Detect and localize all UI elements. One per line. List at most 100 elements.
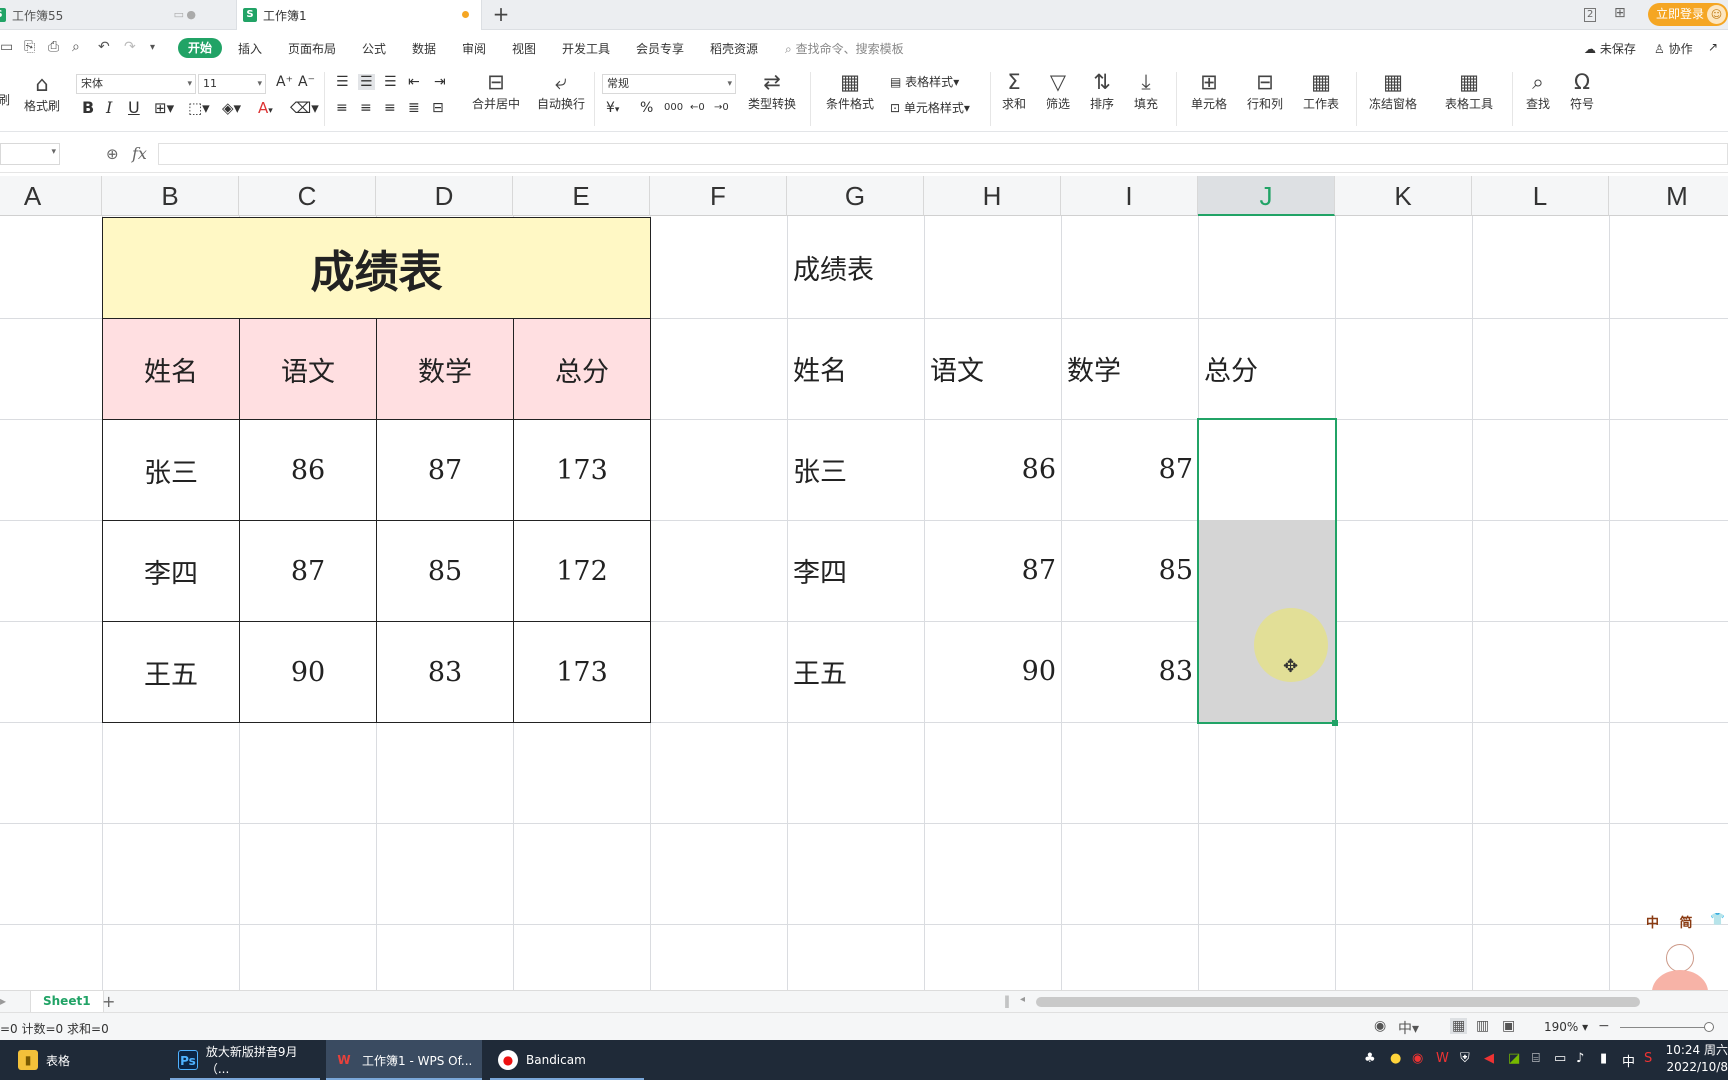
- column-header-f[interactable]: F: [650, 176, 787, 216]
- menu-member[interactable]: 会员专享: [636, 40, 684, 57]
- page-break-view-icon[interactable]: ▣: [1502, 1018, 1515, 1034]
- left-cell[interactable]: 173: [513, 621, 651, 723]
- right-cell[interactable]: 87: [924, 520, 1061, 621]
- column-header-l[interactable]: L: [1472, 176, 1609, 216]
- underline-icon[interactable]: U: [128, 100, 140, 116]
- thousands-icon[interactable]: 000: [664, 100, 683, 116]
- filter-button[interactable]: ▽ 筛选: [1040, 70, 1076, 112]
- left-table-title[interactable]: 成绩表: [102, 217, 651, 319]
- tray-status-icon[interactable]: ●: [1390, 1051, 1401, 1066]
- right-header-math[interactable]: 数学: [1061, 318, 1198, 419]
- sheet-tab-sheet1[interactable]: Sheet1: [30, 991, 104, 1012]
- redo-icon[interactable]: ↷: [124, 39, 136, 55]
- left-cell[interactable]: 172: [513, 520, 651, 622]
- taskbar-explorer[interactable]: ▮ 表格: [10, 1040, 160, 1080]
- menu-view[interactable]: 视图: [512, 40, 536, 57]
- menu-page-layout[interactable]: 页面布局: [288, 40, 336, 57]
- window-count-icon[interactable]: 2: [1584, 8, 1597, 22]
- taskbar-wps[interactable]: W 工作簿1 - WPS Of...: [326, 1040, 482, 1080]
- tray-volume-icon[interactable]: ♪: [1576, 1051, 1584, 1066]
- close-dot-icon[interactable]: ●: [186, 8, 196, 21]
- cell-button[interactable]: ⊞ 单元格: [1186, 70, 1232, 112]
- horizontal-scrollbar[interactable]: [1036, 997, 1640, 1007]
- save-icon[interactable]: ▭: [0, 39, 13, 55]
- fx-icon[interactable]: fx: [132, 144, 147, 163]
- login-button[interactable]: 立即登录 ☺: [1648, 3, 1728, 26]
- justify-icon[interactable]: ≣: [408, 100, 420, 116]
- column-header-e[interactable]: E: [513, 176, 650, 216]
- zoom-out-icon[interactable]: −: [1598, 1018, 1610, 1034]
- zoom-slider[interactable]: [1620, 1027, 1714, 1028]
- tray-app-icon[interactable]: ♣: [1364, 1051, 1376, 1066]
- tray-record-icon[interactable]: ◉: [1412, 1051, 1423, 1066]
- align-top-icon[interactable]: ☰: [336, 74, 349, 90]
- new-tab-button[interactable]: +: [490, 2, 512, 26]
- tab-workbook55[interactable]: S 工作簿55 ▭ ●: [0, 0, 226, 30]
- right-cell[interactable]: 83: [1061, 621, 1198, 722]
- tray-shield-icon[interactable]: ⛨: [1460, 1051, 1470, 1066]
- column-header-d[interactable]: D: [376, 176, 513, 216]
- command-search[interactable]: ⌕ 查找命令、搜索模板: [785, 40, 904, 57]
- column-header-m[interactable]: M: [1609, 176, 1728, 216]
- fill-handle[interactable]: [1332, 720, 1338, 726]
- sum-button[interactable]: Σ 求和: [996, 70, 1032, 112]
- align-right-icon[interactable]: ≡: [384, 100, 396, 116]
- grid-view-icon[interactable]: ⊞: [1614, 5, 1626, 21]
- cell-fill-icon[interactable]: ⬚▾: [188, 100, 210, 116]
- worksheet-button[interactable]: ▦ 工作表: [1298, 70, 1344, 112]
- add-sheet-button[interactable]: +: [102, 991, 115, 1012]
- right-cell[interactable]: 90: [924, 621, 1061, 722]
- align-middle-icon[interactable]: ☰: [358, 74, 375, 90]
- conditional-format-button[interactable]: ▦ 条件格式: [820, 70, 880, 112]
- left-cell[interactable]: 87: [239, 520, 377, 622]
- table-tools-button[interactable]: ▦ 表格工具: [1440, 70, 1498, 112]
- left-cell[interactable]: 86: [239, 419, 377, 521]
- cell-style-button[interactable]: ⊡ 单元格样式▾: [890, 100, 970, 116]
- menu-home[interactable]: 开始: [178, 38, 223, 58]
- right-cell[interactable]: 李四: [787, 520, 924, 621]
- decrease-decimal-icon[interactable]: →0: [714, 100, 729, 116]
- right-header-name[interactable]: 姓名: [787, 318, 924, 419]
- eye-protect-icon[interactable]: ◉: [1374, 1018, 1386, 1034]
- zoom-formula-icon[interactable]: ⊕: [106, 145, 119, 163]
- percent-icon[interactable]: %: [640, 100, 653, 116]
- menu-data[interactable]: 数据: [412, 40, 436, 57]
- menu-developer[interactable]: 开发工具: [562, 40, 610, 57]
- auto-wrap-button[interactable]: ⤶ 自动换行: [536, 70, 586, 112]
- type-convert-button[interactable]: ⇄ 类型转换: [742, 70, 802, 112]
- zoom-slider-knob[interactable]: [1704, 1022, 1714, 1032]
- right-cell[interactable]: 王五: [787, 621, 924, 722]
- tray-wps-icon[interactable]: W: [1436, 1051, 1449, 1066]
- align-left-icon[interactable]: ≡: [336, 100, 348, 116]
- sheet-nav-icon[interactable]: ▸: [0, 994, 6, 1008]
- collab-button[interactable]: ♙ 协作: [1654, 40, 1693, 57]
- column-header-i[interactable]: I: [1061, 176, 1198, 216]
- column-header-h[interactable]: H: [924, 176, 1061, 216]
- selection-range[interactable]: [1197, 418, 1337, 724]
- right-cell[interactable]: 张三: [787, 419, 924, 520]
- left-cell[interactable]: 83: [376, 621, 514, 723]
- left-cell[interactable]: 87: [376, 419, 514, 521]
- menu-formulas[interactable]: 公式: [362, 40, 386, 57]
- normal-view-icon[interactable]: ▦: [1450, 1018, 1468, 1034]
- format-painter-button[interactable]: ⌂ 格式刷: [24, 72, 60, 114]
- unsaved-status[interactable]: ☁ 未保存: [1584, 40, 1636, 57]
- right-header-chinese[interactable]: 语文: [924, 318, 1061, 419]
- right-table-title[interactable]: 成绩表: [787, 217, 924, 318]
- print-preview-icon[interactable]: ⌕: [72, 39, 80, 55]
- currency-icon[interactable]: ¥▾: [606, 100, 619, 118]
- formula-input[interactable]: [158, 143, 1728, 165]
- font-size-select[interactable]: 11 ▾: [198, 74, 266, 94]
- column-header-c[interactable]: C: [239, 176, 376, 216]
- print-icon[interactable]: ⎙: [48, 39, 59, 55]
- tray-sogou-icon[interactable]: S: [1644, 1051, 1652, 1066]
- taskbar-photoshop[interactable]: Ps 放大新版拼音9月（...: [170, 1040, 320, 1080]
- tray-usb-icon[interactable]: ⌸: [1532, 1051, 1540, 1066]
- left-header-total[interactable]: 总分: [513, 318, 651, 420]
- column-header-b[interactable]: B: [102, 176, 239, 216]
- page-layout-view-icon[interactable]: ▥: [1476, 1018, 1489, 1034]
- left-header-chinese[interactable]: 语文: [239, 318, 377, 420]
- menu-review[interactable]: 审阅: [462, 40, 486, 57]
- left-header-name[interactable]: 姓名: [102, 318, 240, 420]
- increase-font-icon[interactable]: A⁺: [276, 74, 293, 90]
